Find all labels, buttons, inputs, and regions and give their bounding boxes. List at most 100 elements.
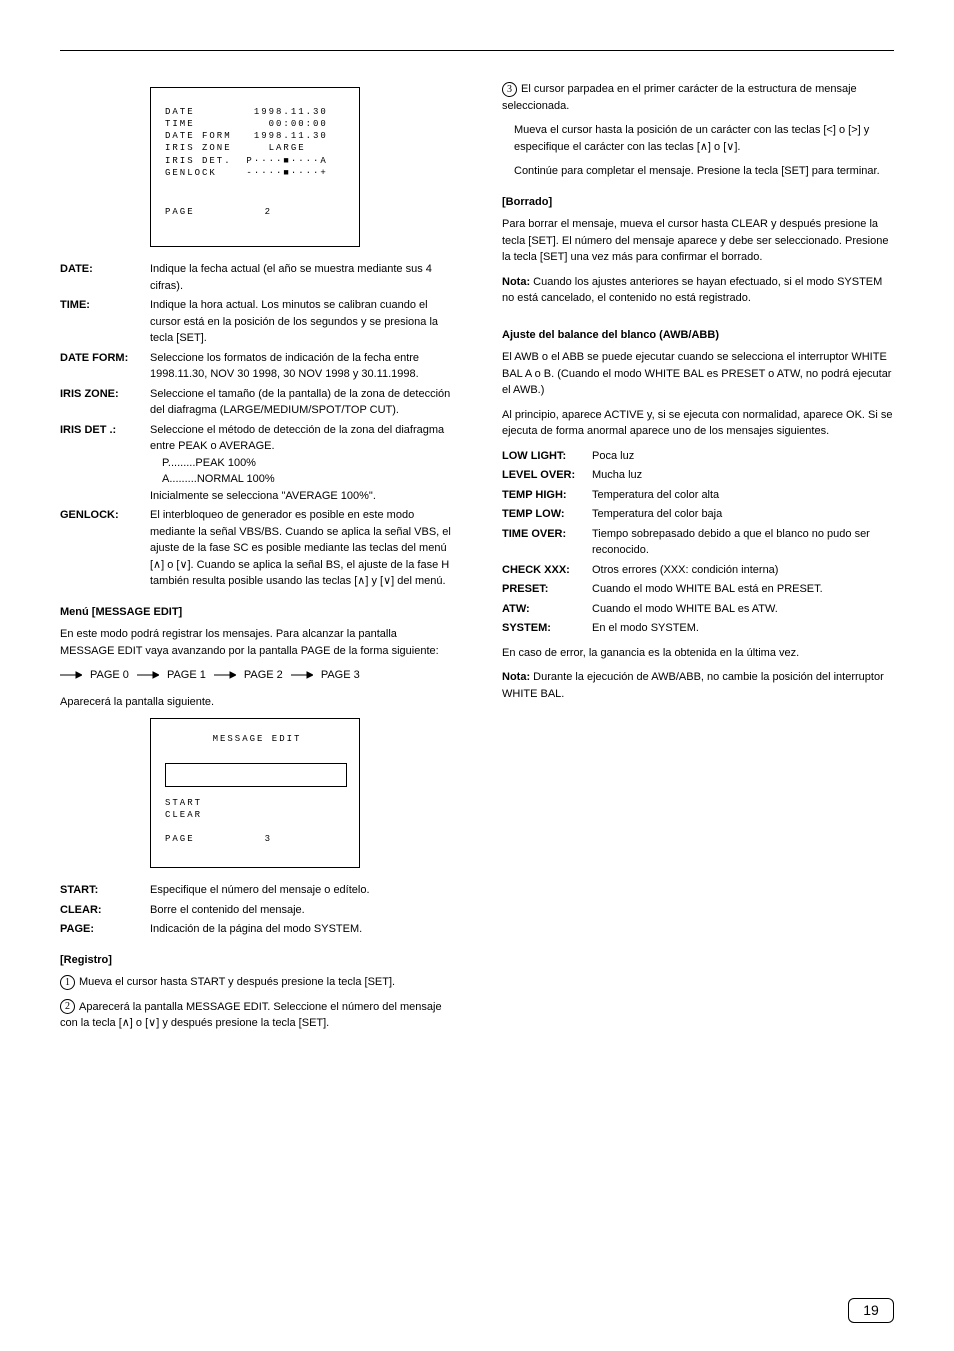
message-edit-heading: Menú [MESSAGE EDIT] bbox=[60, 604, 452, 621]
osd-page-row: PAGE 3 bbox=[165, 833, 272, 845]
wb-text: El AWB o el ABB se puede ejecutar cuando… bbox=[502, 349, 894, 399]
def-label: CHECK XXX: bbox=[502, 562, 586, 579]
osd-value: 1998.11.30 bbox=[254, 131, 328, 141]
osd-label: IRIS ZONE bbox=[165, 143, 232, 153]
left-column: DATE 1998.11.30 TIME 00:00:00 DATE FORM … bbox=[60, 81, 452, 1040]
osd-value: P····■····A bbox=[246, 156, 327, 166]
page-number-badge: 19 bbox=[848, 1298, 894, 1323]
def-label: IRIS ZONE: bbox=[60, 386, 144, 419]
step-number-icon: 3 bbox=[502, 82, 517, 97]
note-label: Nota: bbox=[502, 276, 530, 288]
page-root: DATE 1998.11.30 TIME 00:00:00 DATE FORM … bbox=[0, 0, 954, 1351]
register-heading: [Registro] bbox=[60, 952, 452, 969]
def-text: En el modo SYSTEM. bbox=[592, 620, 699, 637]
osd-value: -····■····+ bbox=[246, 168, 327, 178]
wb-text: Al principio, aparece ACTIVE y, si se ej… bbox=[502, 407, 894, 440]
step-number-icon: 1 bbox=[60, 975, 75, 990]
step-continuation: Continúe para completar el mensaje. Pres… bbox=[502, 163, 894, 180]
osd-page-label: PAGE bbox=[165, 206, 195, 218]
note-block: Nota: Cuando los ajustes anteriores se h… bbox=[502, 274, 894, 307]
osd-label: DATE bbox=[165, 107, 195, 117]
arrow-right-icon bbox=[60, 670, 82, 680]
def-label: CLEAR: bbox=[60, 902, 144, 919]
def-label: GENLOCK: bbox=[60, 507, 144, 590]
osd-row: GENLOCK -····■····+ bbox=[165, 167, 349, 179]
wb-heading: Ajuste del balance del blanco (AWB/ABB) bbox=[502, 327, 894, 344]
def-label: START: bbox=[60, 882, 144, 899]
def-text: Cuando el modo WHITE BAL es ATW. bbox=[592, 601, 778, 618]
osd-row: TIME 00:00:00 bbox=[165, 118, 349, 130]
wb-error-definitions: LOW LIGHT:Poca luz LEVEL OVER:Mucha luz … bbox=[502, 448, 894, 637]
page3-definitions: START: Especifique el número del mensaje … bbox=[60, 882, 452, 938]
osd-row: DATE 1998.11.30 bbox=[165, 106, 349, 118]
osd-clear-label: CLEAR bbox=[165, 809, 202, 821]
step-item: 1Mueva el cursor hasta START y después p… bbox=[60, 974, 452, 991]
osd-label: TIME bbox=[165, 119, 195, 129]
def-text: Seleccione el tamaño (de la pantalla) de… bbox=[150, 386, 452, 419]
def-label: LOW LIGHT: bbox=[502, 448, 586, 465]
osd-row: DATE FORM 1998.11.30 bbox=[165, 130, 349, 142]
delete-heading: [Borrado] bbox=[502, 194, 894, 211]
flow-node: PAGE 3 bbox=[321, 667, 360, 684]
def-label: PRESET: bbox=[502, 581, 586, 598]
step-item: 3El cursor parpadea en el primer carácte… bbox=[502, 81, 894, 114]
def-text: Borre el contenido del mensaje. bbox=[150, 902, 305, 919]
def-label: ATW: bbox=[502, 601, 586, 618]
def-text: Seleccione el método de detección de la … bbox=[150, 422, 452, 505]
def-label: SYSTEM: bbox=[502, 620, 586, 637]
def-text: Indique la fecha actual (el año se muest… bbox=[150, 261, 452, 294]
osd-value: 00:00:00 bbox=[269, 119, 328, 129]
step-number-icon: 2 bbox=[60, 999, 75, 1014]
appear-text: Aparecerá la pantalla siguiente. bbox=[60, 694, 452, 711]
message-edit-intro: En este modo podrá registrar los mensaje… bbox=[60, 626, 452, 659]
osd-page-label: PAGE bbox=[165, 833, 195, 845]
osd-row: IRIS DET. P····■····A bbox=[165, 155, 349, 167]
note-label: Nota: bbox=[502, 671, 530, 683]
delete-text: Para borrar el mensaje, mueva el cursor … bbox=[502, 216, 894, 266]
osd-label: DATE FORM bbox=[165, 131, 232, 141]
osd-inner-frame bbox=[165, 763, 347, 787]
def-text: El interbloqueo de generador es posible … bbox=[150, 507, 452, 590]
def-text: Seleccione los formatos de indicación de… bbox=[150, 350, 452, 383]
osd-page-value: 2 bbox=[265, 206, 272, 218]
arrow-right-icon bbox=[137, 670, 159, 680]
osd-title: MESSAGE EDIT bbox=[165, 733, 349, 745]
note-block: Nota: Durante la ejecución de AWB/ABB, n… bbox=[502, 669, 894, 702]
osd-row: IRIS ZONE LARGE bbox=[165, 142, 349, 154]
wb-text: En caso de error, la ganancia es la obte… bbox=[502, 645, 894, 662]
osd-screen-page3: MESSAGE EDIT START CLEAR PAGE 3 bbox=[150, 718, 360, 868]
osd-label: IRIS DET. bbox=[165, 156, 232, 166]
def-label: TEMP LOW: bbox=[502, 506, 586, 523]
osd-start-label: START bbox=[165, 797, 202, 809]
def-text: Especifique el número del mensaje o edít… bbox=[150, 882, 370, 899]
def-text: Otros errores (XXX: condición interna) bbox=[592, 562, 778, 579]
def-label: LEVEL OVER: bbox=[502, 467, 586, 484]
top-rule bbox=[60, 50, 894, 51]
def-label: TIME OVER: bbox=[502, 526, 586, 559]
def-label: IRIS DET .: bbox=[60, 422, 144, 505]
def-text: Tiempo sobrepasado debido a que el blanc… bbox=[592, 526, 894, 559]
def-label: DATE FORM: bbox=[60, 350, 144, 383]
right-column: 3El cursor parpadea en el primer carácte… bbox=[502, 81, 894, 1040]
arrow-right-icon bbox=[291, 670, 313, 680]
arrow-right-icon bbox=[214, 670, 236, 680]
step-item: 2Aparecerá la pantalla MESSAGE EDIT. Sel… bbox=[60, 999, 452, 1032]
step-continuation: Mueva el cursor hasta la posición de un … bbox=[502, 122, 894, 155]
def-text: Temperatura del color baja bbox=[592, 506, 722, 523]
osd-screen-page2: DATE 1998.11.30 TIME 00:00:00 DATE FORM … bbox=[150, 87, 360, 247]
flow-node: PAGE 1 bbox=[167, 667, 206, 684]
page2-definitions: DATE:Indique la fecha actual (el año se … bbox=[60, 261, 452, 590]
flow-node: PAGE 2 bbox=[244, 667, 283, 684]
osd-value: LARGE bbox=[269, 143, 306, 153]
osd-label: GENLOCK bbox=[165, 168, 217, 178]
def-label: TEMP HIGH: bbox=[502, 487, 586, 504]
def-label: DATE: bbox=[60, 261, 144, 294]
def-text: Poca luz bbox=[592, 448, 634, 465]
def-text: Indique la hora actual. Los minutos se c… bbox=[150, 297, 452, 347]
osd-value: 1998.11.30 bbox=[254, 107, 328, 117]
osd-page-row: PAGE 2 bbox=[165, 206, 272, 218]
def-text: Cuando el modo WHITE BAL está en PRESET. bbox=[592, 581, 823, 598]
def-text: Temperatura del color alta bbox=[592, 487, 719, 504]
def-label: PAGE: bbox=[60, 921, 144, 938]
flow-node: PAGE 0 bbox=[90, 667, 129, 684]
